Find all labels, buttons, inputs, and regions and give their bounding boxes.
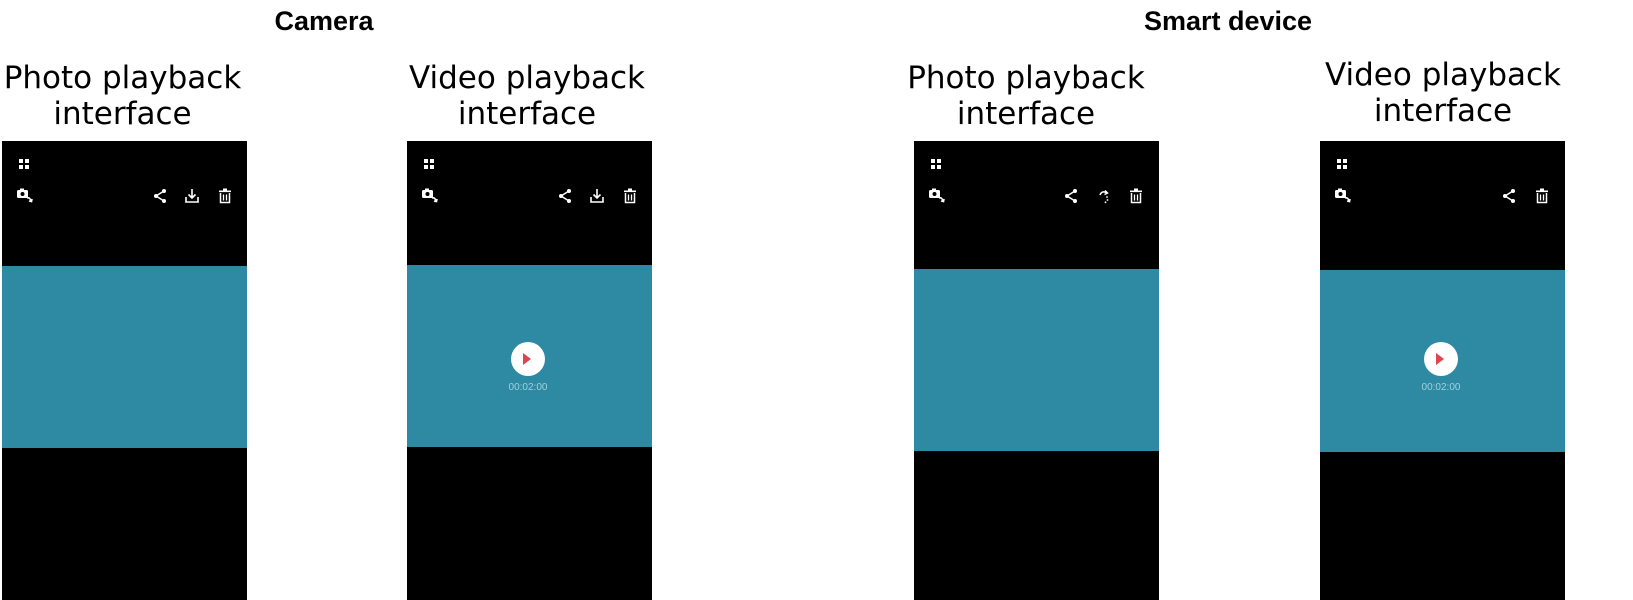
smart-device-section-title: Smart device [1143,6,1313,36]
share-icon[interactable] [152,188,168,204]
camera-switch-icon[interactable] [421,188,439,204]
download-icon[interactable] [184,188,200,204]
panel-title-line: Video playback [1324,57,1561,93]
camera-switch-icon[interactable] [16,188,34,204]
trash-icon[interactable] [623,188,637,204]
video-duration: 00:02:00 [1421,382,1461,393]
panel-title-camera-video: Video playback interface [397,60,657,132]
panel-title-line: interface [956,96,1096,132]
rotate-icon[interactable] [1096,188,1112,204]
grid-icon[interactable] [19,159,29,169]
video-preview[interactable]: 00:02:00 [407,265,652,447]
photo-preview[interactable] [2,266,247,448]
panel-title-smart-video: Video playback interface [1313,57,1573,129]
photo-preview[interactable] [914,269,1159,451]
camera-section-title: Camera [274,6,374,36]
grid-icon[interactable] [931,159,941,169]
camera-switch-icon[interactable] [928,188,946,204]
trash-icon[interactable] [1535,188,1549,204]
share-icon[interactable] [1501,188,1517,204]
smart-photo-playback-screen [914,141,1159,600]
trash-icon[interactable] [1129,188,1143,204]
camera-switch-icon[interactable] [1334,188,1352,204]
panel-title-smart-photo: Photo playback interface [896,60,1156,132]
panel-title-camera-photo: Photo playback interface [0,60,245,132]
share-icon[interactable] [557,188,573,204]
smart-video-playback-screen: 00:02:00 [1320,141,1565,600]
play-icon [523,353,531,365]
panel-title-line: Photo playback [907,60,1145,96]
panel-title-line: interface [457,96,597,132]
share-icon[interactable] [1063,188,1079,204]
panel-title-line: Photo playback [3,60,242,96]
download-icon[interactable] [589,188,605,204]
panel-title-line: interface [1373,93,1513,129]
grid-icon[interactable] [424,159,434,169]
play-button[interactable] [1424,342,1458,376]
play-button[interactable] [511,342,545,376]
play-icon [1436,353,1444,365]
grid-icon[interactable] [1337,159,1347,169]
panel-title-line: interface [53,96,192,132]
panel-title-line: Video playback [408,60,645,96]
camera-photo-playback-screen [2,141,247,600]
video-duration: 00:02:00 [508,382,548,393]
camera-video-playback-screen: 00:02:00 [407,141,652,600]
trash-icon[interactable] [218,188,232,204]
video-preview[interactable]: 00:02:00 [1320,270,1565,452]
